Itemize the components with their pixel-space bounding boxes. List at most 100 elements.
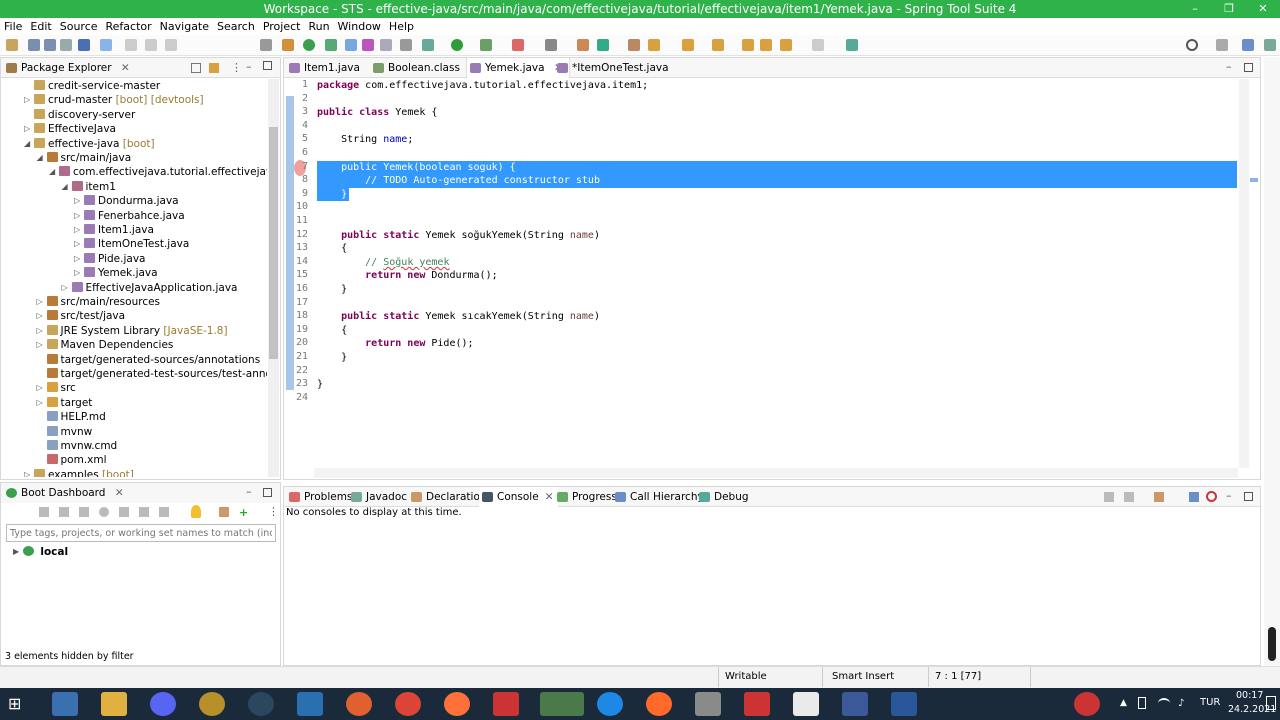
tree-item[interactable]: HELP.md [46, 410, 106, 424]
tree-scrollbar[interactable] [268, 79, 279, 477]
recorder-icon[interactable] [744, 692, 770, 716]
tree-item[interactable]: ▷ Pide.java [74, 252, 145, 266]
book-icon[interactable] [842, 692, 868, 716]
tab-declaration[interactable]: Declaration [408, 487, 487, 507]
notepad-icon[interactable] [793, 692, 819, 716]
expand-toggle-icon[interactable]: ◢ [24, 137, 30, 151]
link-editor-icon[interactable] [209, 63, 219, 73]
open-perspective-icon[interactable] [1216, 39, 1228, 51]
tab-itemonetest[interactable]: *ItemOneTest.java [554, 58, 669, 78]
firefox-icon[interactable] [444, 692, 470, 716]
menu-refactor[interactable]: Refactor [102, 18, 156, 35]
code-area[interactable]: package com.effectivejava.tutorial.effec… [317, 79, 1237, 467]
maximize-icon[interactable]: ❐ [1212, 0, 1246, 18]
menu-window[interactable]: Window [334, 18, 385, 35]
tree-item[interactable]: credit-service-master [34, 79, 160, 93]
tree-item[interactable]: ▷ src/test/java [37, 309, 125, 323]
expand-toggle-icon[interactable]: ▷ [74, 194, 80, 208]
menu-help[interactable]: Help [385, 18, 418, 35]
language-indicator[interactable]: TUR [1200, 697, 1220, 708]
expand-toggle-icon[interactable]: ▷ [74, 237, 80, 251]
highlight-icon[interactable] [345, 39, 357, 51]
expand-toggle-icon[interactable]: ◢ [49, 165, 55, 179]
tree-item[interactable]: ▷ Dondurma.java [74, 194, 179, 208]
expand-toggle-icon[interactable]: ◢ [37, 151, 43, 165]
new-icon[interactable] [6, 39, 18, 51]
menu-edit[interactable]: Edit [26, 18, 55, 35]
run-icon[interactable] [451, 39, 463, 51]
tab-problems[interactable]: Problems [286, 487, 352, 507]
expand-toggle-icon[interactable]: ▷ [37, 309, 43, 323]
pilcrow-icon[interactable] [400, 39, 412, 51]
editor-hscrollbar[interactable] [314, 468, 1238, 478]
pin-icon[interactable] [846, 39, 858, 51]
lol-icon[interactable] [199, 692, 225, 716]
tree-item[interactable]: ▷ Yemek.java [74, 266, 158, 280]
tree-item[interactable]: mvnw [46, 425, 92, 439]
close-tab-icon[interactable]: ✕ [545, 491, 554, 503]
search-tool-icon[interactable] [648, 39, 660, 51]
new-java-icon[interactable] [577, 39, 589, 51]
battery-icon[interactable] [1138, 697, 1146, 709]
expand-toggle-icon[interactable]: ▷ [37, 396, 43, 410]
expand-toggle-icon[interactable]: ▷ [37, 295, 43, 309]
tree-item[interactable]: ▷ examples [boot] [24, 468, 134, 477]
restart-icon[interactable] [99, 507, 109, 517]
tab-item1[interactable]: Item1.java [286, 58, 360, 78]
maximize-view-icon[interactable] [263, 61, 272, 70]
dbeaver-icon[interactable] [695, 692, 721, 716]
expand-toggle-icon[interactable]: ▷ [37, 381, 43, 395]
wifi-icon[interactable] [1158, 698, 1170, 708]
spring-icon[interactable] [303, 39, 315, 51]
prev-annotation-icon[interactable] [712, 39, 724, 51]
debug-perspective-icon[interactable] [1264, 39, 1276, 51]
dashboard-filter-input[interactable] [6, 524, 276, 542]
notification-icon[interactable] [1266, 696, 1276, 710]
file-explorer-icon[interactable] [101, 692, 127, 716]
tree-item[interactable]: ▷ EffectiveJavaApplication.java [62, 281, 238, 295]
tree-item[interactable]: ▷ Fenerbahce.java [74, 209, 185, 223]
tab-console[interactable]: Console ✕ [479, 487, 558, 507]
tree-item[interactable]: ▷ Item1.java [74, 223, 154, 237]
expand-toggle-icon[interactable]: ▷ [74, 266, 80, 280]
discord-icon[interactable] [150, 692, 176, 716]
windows-start-icon[interactable]: ⊞ [8, 696, 28, 712]
menu-navigate[interactable]: Navigate [156, 18, 213, 35]
minimize-icon[interactable]: – [1178, 0, 1212, 18]
expand-toggle-icon[interactable]: ▷ [37, 338, 43, 352]
start-icon[interactable] [39, 507, 49, 517]
view-menu-icon[interactable]: ⋮ [231, 61, 242, 74]
terminate-icon[interactable] [165, 39, 177, 51]
tab-call-hierarchy[interactable]: Call Hierarchy [612, 487, 704, 507]
back-icon[interactable] [760, 39, 772, 51]
debug-start-icon[interactable] [59, 507, 69, 517]
suspend-icon[interactable] [145, 39, 157, 51]
tab-javadoc[interactable]: Javadoc [348, 487, 407, 507]
forward-icon[interactable] [780, 39, 792, 51]
tree-item[interactable]: ▷ crud-master [boot] [devtools] [24, 93, 204, 107]
valorant-icon[interactable] [493, 692, 519, 716]
postman-icon[interactable] [646, 692, 672, 716]
scrollbar-thumb[interactable] [269, 127, 278, 359]
terminate-console-icon[interactable] [1206, 491, 1217, 502]
tree-item[interactable]: ◢ com.effectivejava.tutorial.effectivejav… [49, 165, 267, 179]
tree-item[interactable]: mvnw.cmd [46, 439, 117, 453]
bulb-icon[interactable] [191, 505, 201, 518]
tree-item[interactable]: pom.xml [46, 453, 107, 467]
menu-source[interactable]: Source [56, 18, 102, 35]
tray-app-icon[interactable] [1074, 692, 1100, 716]
collapse-all-icon[interactable] [191, 63, 201, 73]
maximize-view-icon[interactable] [1244, 492, 1253, 501]
atom-icon[interactable] [297, 692, 323, 716]
minimize-view-icon[interactable]: – [1226, 60, 1232, 73]
dashboard-local-target[interactable]: ▶ local [13, 545, 68, 559]
properties-icon[interactable] [159, 507, 169, 517]
tree-item[interactable]: ◢ effective-java [boot] [24, 137, 155, 151]
debug-run-icon[interactable] [422, 39, 434, 51]
open-type-icon[interactable] [628, 39, 640, 51]
toggle-breadcrumb-icon[interactable] [78, 39, 90, 51]
expand-toggle-icon[interactable]: ◢ [62, 180, 68, 194]
menu-project[interactable]: Project [259, 18, 305, 35]
open-task-icon[interactable] [260, 39, 272, 51]
tab-boot-dashboard[interactable]: Boot Dashboard ✕ [3, 483, 124, 503]
